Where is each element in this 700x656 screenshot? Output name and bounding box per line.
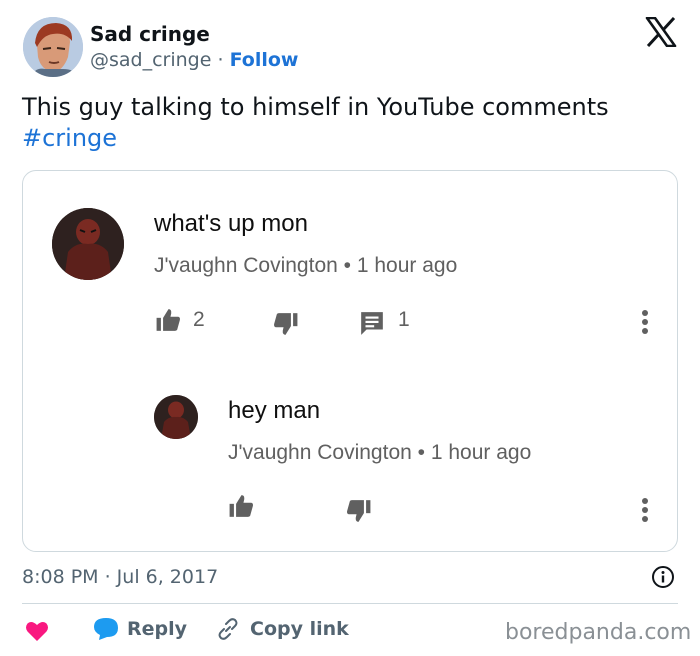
comment-avatar xyxy=(52,208,124,280)
comment-text: what's up mon xyxy=(154,210,308,237)
reply-avatar xyxy=(154,395,198,439)
handle-separator: · xyxy=(217,49,224,71)
meta-dot: • xyxy=(417,441,426,464)
hashtag-link[interactable]: #cringe xyxy=(22,124,117,152)
like-heart-icon[interactable] xyxy=(25,620,49,642)
follow-button[interactable]: Follow xyxy=(230,49,299,71)
link-icon xyxy=(218,618,238,640)
reply-author[interactable]: J'vaughn Covington xyxy=(228,441,412,464)
x-logo-icon[interactable] xyxy=(645,17,677,47)
like-count: 2 xyxy=(193,308,205,331)
reply-text: hey man xyxy=(228,397,321,424)
tweet-text: This guy talking to himself in YouTube c… xyxy=(22,92,672,154)
reply-thumbs-down-icon[interactable] xyxy=(345,498,372,524)
reply-meta: J'vaughn Covington • 1 hour ago xyxy=(228,441,531,465)
author-handle[interactable]: @sad_cringe xyxy=(90,49,211,71)
author-handle-row: @sad_cringe · Follow xyxy=(90,49,298,71)
copy-link-action[interactable]: Copy link xyxy=(216,617,349,641)
reply-count: 1 xyxy=(398,308,410,331)
meta-dot: • xyxy=(343,254,352,277)
reply-action[interactable]: Reply xyxy=(93,617,187,641)
thumbs-up-icon[interactable] xyxy=(155,307,182,333)
more-options-icon[interactable] xyxy=(641,309,649,335)
divider xyxy=(22,603,678,604)
reply-label: Reply xyxy=(127,618,188,640)
watermark: boredpanda.com xyxy=(505,620,692,645)
tweet-body: This guy talking to himself in YouTube c… xyxy=(22,93,609,121)
reply-more-options-icon[interactable] xyxy=(641,497,649,523)
reply-comment-icon[interactable] xyxy=(359,310,385,336)
tweet-timestamp[interactable]: 8:08 PM · Jul 6, 2017 xyxy=(22,566,218,588)
comment-meta: J'vaughn Covington • 1 hour ago xyxy=(154,254,457,278)
info-icon[interactable] xyxy=(651,565,675,589)
author-avatar[interactable] xyxy=(23,17,83,77)
reply-thumbs-up-icon[interactable] xyxy=(228,493,255,519)
comment-time: 1 hour ago xyxy=(356,254,458,277)
author-name[interactable]: Sad cringe xyxy=(90,22,210,46)
comment-author[interactable]: J'vaughn Covington xyxy=(154,254,338,277)
reply-time: 1 hour ago xyxy=(430,441,532,464)
reply-bubble-icon xyxy=(94,618,118,640)
copy-link-label: Copy link xyxy=(250,618,349,640)
thumbs-down-icon[interactable] xyxy=(272,311,299,337)
